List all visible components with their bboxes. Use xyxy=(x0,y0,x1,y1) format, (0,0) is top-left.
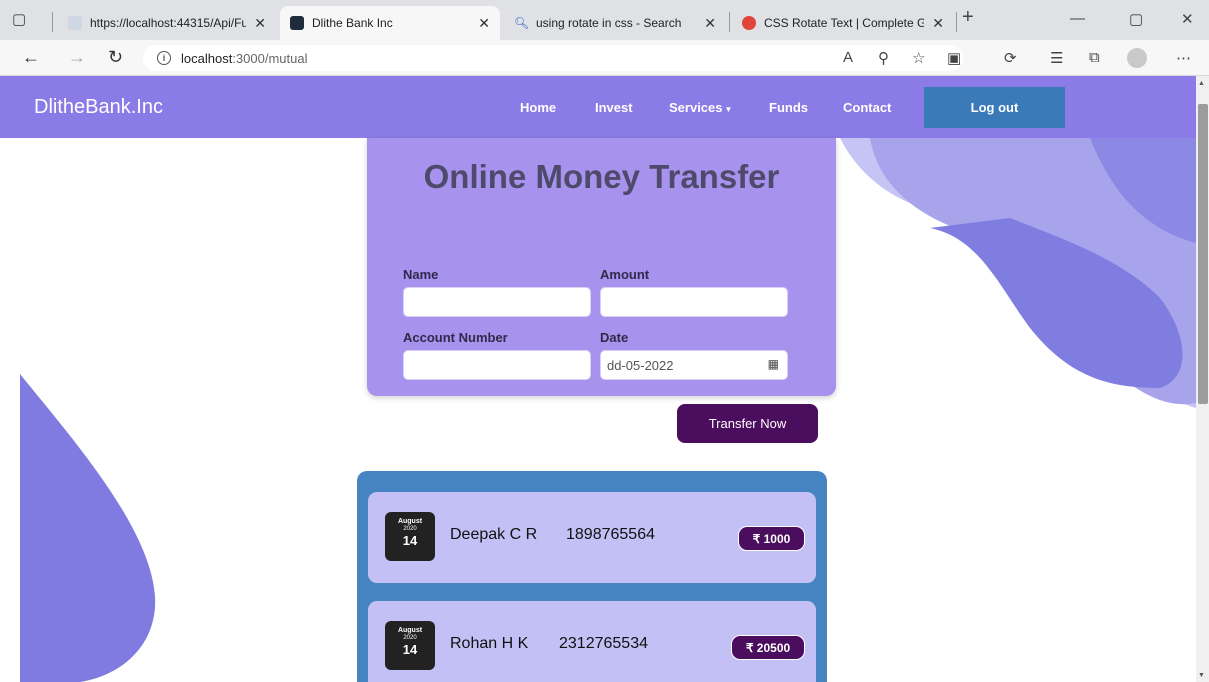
nav-services[interactable]: Services ▼ xyxy=(669,100,732,115)
page-viewport: DlitheBank.Inc Home Invest Services ▼ Fun… xyxy=(0,76,1196,682)
close-tab-icon[interactable]: ✕ xyxy=(932,15,944,32)
tab-dlithe-bank[interactable]: Dlithe Bank Inc ✕ xyxy=(280,6,500,40)
transaction-list: August 2020 14 Deepak C R 1898765564 ₹ 1… xyxy=(357,471,827,682)
more-menu-icon[interactable]: ⋯ xyxy=(1176,49,1191,67)
logout-button[interactable]: Log out xyxy=(924,87,1065,128)
nav-invest[interactable]: Invest xyxy=(595,100,633,115)
decorative-blob-left xyxy=(20,374,156,682)
decorative-blob-right xyxy=(840,138,1196,408)
date-input[interactable]: dd-05-2022 ▦ xyxy=(600,350,788,380)
forward-icon[interactable]: → xyxy=(68,47,86,68)
new-tab-button[interactable]: + xyxy=(962,6,974,29)
transaction-name: Deepak C R xyxy=(450,526,538,543)
nav-contact[interactable]: Contact xyxy=(843,100,891,115)
tab-localhost-api[interactable]: https://localhost:44315/Api/Fund ✕ xyxy=(58,6,276,40)
favorite-add-icon[interactable]: ☆ xyxy=(912,49,925,67)
url-field[interactable]: i localhost:3000/mutual xyxy=(143,45,963,71)
page-title: Online Money Transfer xyxy=(423,158,780,195)
transfer-form-card: Online Money Transfer Name Amount Accoun… xyxy=(367,138,836,396)
url-path: :3000/mutual xyxy=(232,50,308,66)
caret-down-icon: ▼ xyxy=(724,105,733,114)
permissions-icon[interactable]: ⚲ xyxy=(878,49,889,67)
tab-separator xyxy=(729,12,730,32)
address-bar-row: ← → ↻ i localhost:3000/mutual A ⚲ ☆ ▣ ⟳ … xyxy=(0,40,1209,76)
search-icon: 🔍︎ xyxy=(514,16,530,30)
close-tab-icon[interactable]: ✕ xyxy=(254,15,266,32)
minimize-icon[interactable]: — xyxy=(1070,10,1085,27)
read-aloud-icon[interactable]: A xyxy=(843,49,853,66)
transaction-item: August 2020 14 Rohan H K 2312765534 ₹ 20… xyxy=(368,601,816,682)
tab-search[interactable]: 🔍︎ using rotate in css - Search ✕ xyxy=(504,6,726,40)
react-icon xyxy=(290,16,304,30)
name-input[interactable] xyxy=(403,287,591,317)
browser-tab-bar: ▢ https://localhost:44315/Api/Fund ✕ Dli… xyxy=(0,0,1209,40)
tab-separator xyxy=(52,12,53,32)
scrollbar-thumb[interactable] xyxy=(1198,104,1208,404)
transfer-now-button[interactable]: Transfer Now xyxy=(677,404,818,443)
page-icon xyxy=(68,16,82,30)
date-input-value: dd-05-2022 xyxy=(607,357,674,373)
transaction-name: Rohan H K xyxy=(450,635,529,652)
profile-icon[interactable] xyxy=(1127,48,1147,68)
brand-logo[interactable]: DlitheBank.Inc xyxy=(34,96,163,119)
collections-icon[interactable]: ⧉ xyxy=(1089,49,1100,66)
refresh-extension-icon[interactable]: ⟳ xyxy=(1004,49,1017,67)
account-number-label: Account Number xyxy=(403,330,508,345)
back-icon[interactable]: ← xyxy=(22,47,40,68)
navbar: DlitheBank.Inc Home Invest Services ▼ Fun… xyxy=(0,76,1196,138)
date-label: Date xyxy=(600,330,629,345)
date-day: 14 xyxy=(402,533,418,548)
account-number-input[interactable] xyxy=(403,350,591,380)
date-badge: August 2020 14 xyxy=(385,512,435,561)
refresh-icon[interactable]: ↻ xyxy=(108,47,123,68)
close-tab-icon[interactable]: ✕ xyxy=(478,15,490,32)
date-year: 2020 xyxy=(403,635,417,641)
tab-actions-icon[interactable]: ▢ xyxy=(12,10,26,28)
date-day: 14 xyxy=(402,642,418,657)
favorites-icon[interactable]: ☰ xyxy=(1050,49,1063,67)
site-icon xyxy=(742,16,756,30)
scroll-up-icon[interactable]: ▲ xyxy=(1198,80,1205,87)
amount-badge[interactable]: ₹ 20500 xyxy=(731,635,805,660)
name-label: Name xyxy=(403,267,439,282)
amount-badge[interactable]: ₹ 1000 xyxy=(738,526,805,551)
info-icon[interactable]: i xyxy=(157,51,171,65)
close-window-icon[interactable]: ✕ xyxy=(1181,10,1194,28)
transaction-item: August 2020 14 Deepak C R 1898765564 ₹ 1… xyxy=(368,492,816,583)
date-year: 2020 xyxy=(403,526,417,532)
nav-services-label: Services xyxy=(669,100,723,115)
nav-funds[interactable]: Funds xyxy=(769,100,808,115)
tab-css-rotate[interactable]: CSS Rotate Text | Complete Guid ✕ xyxy=(732,6,954,40)
date-month: August xyxy=(397,518,423,525)
close-tab-icon[interactable]: ✕ xyxy=(704,15,716,32)
calendar-icon[interactable]: ▦ xyxy=(768,357,779,371)
scroll-down-icon[interactable]: ▼ xyxy=(1198,672,1205,679)
maximize-icon[interactable]: ▢ xyxy=(1129,10,1143,28)
transaction-account: 2312765534 xyxy=(559,635,648,652)
amount-input[interactable] xyxy=(600,287,788,317)
extension-icon[interactable]: ▣ xyxy=(947,49,961,67)
amount-label: Amount xyxy=(600,267,650,282)
url-host: localhost xyxy=(181,50,233,66)
tab-separator xyxy=(956,12,957,32)
nav-home[interactable]: Home xyxy=(520,100,556,115)
transaction-account: 1898765564 xyxy=(566,526,655,543)
date-month: August xyxy=(397,627,423,634)
date-badge: August 2020 14 xyxy=(385,621,435,670)
